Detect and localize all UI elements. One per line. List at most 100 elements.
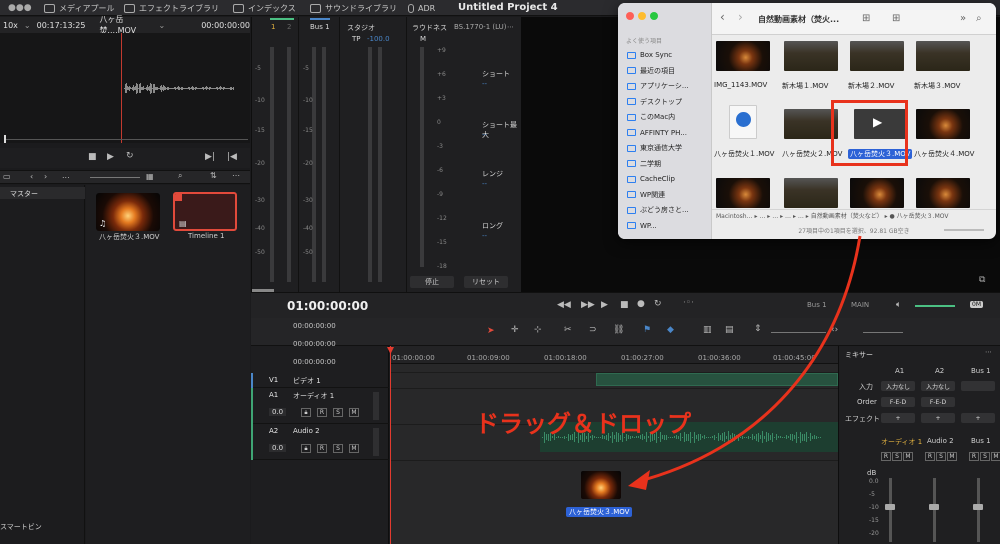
more-options-icon[interactable]: ⋯ <box>507 23 514 31</box>
finder-file-thumbnail[interactable] <box>916 41 970 71</box>
solo-button[interactable]: S <box>980 452 990 461</box>
stop-icon[interactable]: ■ <box>620 300 629 310</box>
play-icon[interactable]: ▶ <box>601 300 608 310</box>
fader-knob[interactable] <box>973 504 983 510</box>
menu-dots-icon[interactable]: ●●● <box>8 3 32 13</box>
track-level[interactable]: 0.0 <box>269 444 287 452</box>
chevron-down-icon[interactable]: ⌄ <box>158 21 165 30</box>
a2-add-effect-button[interactable]: + <box>921 413 955 423</box>
finder-file-thumbnail[interactable] <box>716 41 770 71</box>
a2-input-select[interactable]: 入力なし <box>921 381 955 391</box>
a1-input-select[interactable]: 入力なし <box>881 381 915 391</box>
finder-sidebar-item[interactable]: CacheClip <box>627 173 675 185</box>
fullscreen-icon[interactable]: ⧉ <box>979 275 985 285</box>
icon-size-slider[interactable] <box>944 229 984 231</box>
tab-adr[interactable]: ADR <box>408 2 435 14</box>
group-icon[interactable]: ⊞ <box>892 13 900 24</box>
view-option-icon[interactable]: ▤ <box>725 325 734 335</box>
trim-tool-icon[interactable]: ⊹ <box>534 325 542 335</box>
video-clip[interactable] <box>596 373 838 386</box>
finder-sidebar-item[interactable]: デスクトップ <box>627 96 682 108</box>
thumbnail-size-slider[interactable] <box>90 177 140 178</box>
fast-forward-icon[interactable]: ▶▶ <box>581 300 595 310</box>
back-icon[interactable]: ‹ <box>30 172 33 181</box>
finder-sidebar-item[interactable]: 最近の項目 <box>627 65 675 77</box>
tab-media-pool[interactable]: メディアプール <box>44 2 114 14</box>
close-icon[interactable] <box>626 12 634 20</box>
tab-effects-library[interactable]: エフェクトライブラリ <box>124 2 219 14</box>
bus1-input-select[interactable] <box>961 381 995 391</box>
dragged-clip-thumbnail[interactable] <box>581 471 621 499</box>
track-header-a1[interactable]: A1 オーディオ 1 0.0 🔒︎ R S M <box>251 388 389 424</box>
finder-file-thumbnail[interactable] <box>784 109 838 139</box>
next-frame-icon[interactable]: ▶| <box>205 152 215 162</box>
solo-button[interactable]: S <box>333 444 343 453</box>
forward-icon[interactable]: › <box>738 10 743 24</box>
track-fader[interactable] <box>373 428 379 456</box>
zoom-slider[interactable] <box>863 332 903 333</box>
grid-view-icon[interactable]: ▦ <box>146 172 154 181</box>
bus1-add-effect-button[interactable]: + <box>961 413 995 423</box>
finder-sidebar-item[interactable]: AFFINTY PH... <box>627 127 687 139</box>
channel-fader[interactable] <box>889 478 892 542</box>
previous-frame-icon[interactable]: |◀ <box>227 152 237 162</box>
scrub-bar[interactable] <box>4 139 248 140</box>
forward-icon[interactable]: › <box>44 172 47 181</box>
finder-file-thumbnail[interactable] <box>850 178 904 208</box>
source-playhead[interactable] <box>121 33 122 143</box>
solo-button[interactable]: S <box>892 452 902 461</box>
more-icon[interactable]: » <box>960 13 966 24</box>
stop-icon[interactable]: ■ <box>88 152 97 162</box>
lock-icon[interactable]: 🔒︎ <box>301 408 311 417</box>
zoom-fit-icon[interactable]: ‹› <box>831 325 838 335</box>
zoom-select[interactable]: 10x <box>3 21 18 30</box>
mute-button[interactable]: M <box>991 452 1000 461</box>
rewind-icon[interactable]: ◀◀ <box>557 300 571 310</box>
link-icon[interactable]: ⛓ <box>613 325 624 335</box>
channel-fader[interactable] <box>977 478 980 542</box>
play-icon[interactable]: ▶ <box>107 152 114 162</box>
back-icon[interactable]: ‹ <box>720 10 725 24</box>
zoom-slider[interactable] <box>771 332 826 333</box>
finder-sidebar-item[interactable]: WP関連 <box>627 189 665 201</box>
record-icon[interactable]: ● <box>637 299 645 309</box>
tab-index[interactable]: インデックス <box>233 2 296 14</box>
scrub-handle[interactable] <box>4 135 6 143</box>
record-arm-button[interactable]: R <box>881 452 891 461</box>
a2-order-select[interactable]: F-E-D <box>921 397 955 407</box>
snap-icon[interactable]: ⊃ <box>589 325 597 335</box>
mute-button[interactable]: M <box>349 444 359 453</box>
mute-button[interactable]: M <box>903 452 913 461</box>
finder-file-thumbnail[interactable] <box>716 178 770 208</box>
finder-file-thumbnail[interactable] <box>850 41 904 71</box>
finder-sidebar-item[interactable]: ぶどう房さと... <box>627 204 689 216</box>
chevron-down-icon[interactable]: ⌄ <box>24 21 31 30</box>
channel-fader[interactable] <box>933 478 936 542</box>
timeline-playhead[interactable] <box>390 346 391 544</box>
tab-sound-library[interactable]: サウンドライブラリ <box>310 2 397 14</box>
media-pool-timeline[interactable]: ▤ <box>173 192 237 231</box>
finder-file-thumbnail[interactable] <box>916 109 970 139</box>
speaker-icon[interactable]: 🔈︎ <box>896 300 901 310</box>
a1-add-effect-button[interactable]: + <box>881 413 915 423</box>
finder-sidebar-item[interactable]: 二学期 <box>627 158 661 170</box>
bin-master[interactable]: マスター <box>0 187 85 199</box>
mute-button[interactable]: M <box>947 452 957 461</box>
finder-sidebar-item[interactable]: 東京通信大学 <box>627 142 682 154</box>
sort-icon[interactable]: ⇅ <box>210 171 217 180</box>
record-arm-button[interactable]: R <box>317 444 327 453</box>
search-icon[interactable]: ⌕ <box>976 13 982 24</box>
finder-file-thumbnail[interactable] <box>784 178 838 208</box>
stop-button[interactable]: 停止 <box>410 276 454 288</box>
media-pool-clip[interactable]: ♫ <box>96 193 160 231</box>
search-icon[interactable]: ⌕ <box>178 171 182 181</box>
volume-slider[interactable] <box>915 305 955 307</box>
main-select[interactable]: MAIN <box>851 301 869 309</box>
loop-icon[interactable]: ↻ <box>126 151 134 161</box>
fader-knob[interactable] <box>929 504 939 510</box>
record-arm-button[interactable]: R <box>925 452 935 461</box>
finder-sidebar-item[interactable]: アプリケーシ... <box>627 80 689 92</box>
om-badge[interactable]: 0M <box>970 301 983 308</box>
more-options-icon[interactable]: ⋯ <box>985 348 992 356</box>
record-arm-button[interactable]: R <box>317 408 327 417</box>
